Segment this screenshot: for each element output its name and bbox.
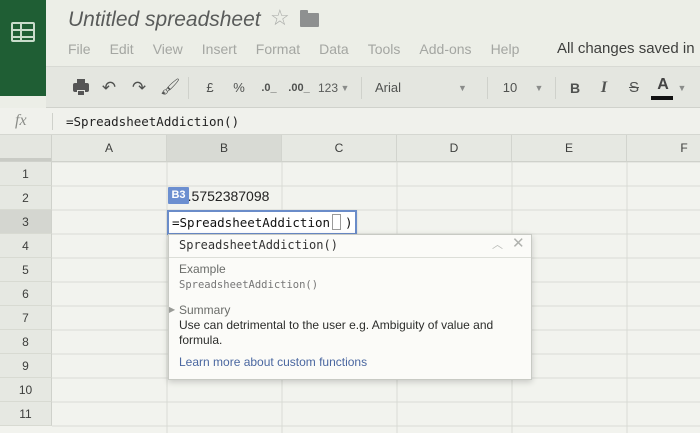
row-header-6[interactable]: 6 <box>0 282 52 306</box>
function-help-popup: SpreadsheetAddiction() ︿ ✕ Example Sprea… <box>168 234 532 380</box>
font-family-select[interactable]: Arial <box>375 67 469 109</box>
row-header-4[interactable]: 4 <box>0 234 52 258</box>
chevron-down-icon[interactable]: ▼ <box>677 67 687 109</box>
text-color-button[interactable]: A <box>653 75 673 95</box>
row-header-11[interactable]: 11 <box>0 402 52 426</box>
toolbar-divider <box>487 77 488 99</box>
sheets-logo[interactable] <box>0 0 46 96</box>
spreadsheet-grid-icon <box>11 22 35 42</box>
menu-file[interactable]: File <box>68 41 91 59</box>
toolbar-divider <box>361 77 362 99</box>
row-header-2[interactable]: 2 <box>0 186 52 210</box>
triangle-right-icon[interactable]: ▶ <box>169 305 175 314</box>
close-icon[interactable]: ✕ <box>512 234 525 252</box>
currency-button[interactable]: £ <box>202 67 218 109</box>
row-header-1[interactable]: 1 <box>0 162 52 186</box>
save-status[interactable]: All changes saved in ... <box>557 40 700 57</box>
chevron-down-icon[interactable]: ▼ <box>340 67 350 109</box>
column-header-f[interactable]: F <box>627 135 700 162</box>
learn-more-link[interactable]: Learn more about custom functions <box>179 355 367 369</box>
paint-format-icon[interactable]: 🖌 <box>160 67 180 109</box>
menu-insert[interactable]: Insert <box>202 41 237 59</box>
argument-placeholder <box>332 214 341 230</box>
print-icon[interactable] <box>72 67 90 109</box>
undo-icon[interactable]: ↶ <box>100 67 118 109</box>
menu-tools[interactable]: Tools <box>368 41 401 59</box>
increase-decimals-button[interactable]: .00_ <box>286 67 312 109</box>
column-header-c[interactable]: C <box>282 135 397 162</box>
menu-bar: File Edit View Insert Format Data Tools … <box>68 41 538 59</box>
help-example-code: SpreadsheetAddiction() <box>179 279 319 291</box>
number-format-button[interactable]: 123 <box>316 67 340 109</box>
row-header-3[interactable]: 3 <box>0 210 52 234</box>
cell-b2-value[interactable]: ).5752387098 <box>183 188 269 204</box>
chevron-up-icon[interactable]: ︿ <box>492 236 503 252</box>
formula-bar: fx =SpreadsheetAddiction() <box>0 108 700 135</box>
formula-divider <box>52 113 53 130</box>
column-header-a[interactable]: A <box>52 135 167 162</box>
document-title[interactable]: Untitled spreadsheet <box>68 8 261 32</box>
help-summary-text: Use can detrimental to the user e.g. Amb… <box>179 318 494 347</box>
cell-b3-editor[interactable]: =SpreadsheetAddiction( ) <box>167 210 357 235</box>
row-header-10[interactable]: 10 <box>0 378 52 402</box>
help-divider <box>169 257 531 258</box>
menu-edit[interactable]: Edit <box>110 41 134 59</box>
help-function-title: SpreadsheetAddiction() <box>179 238 338 252</box>
decrease-decimals-button[interactable]: .0_ <box>258 67 280 109</box>
row-header-7[interactable]: 7 <box>0 306 52 330</box>
row-header-8[interactable]: 8 <box>0 330 52 354</box>
column-header-d[interactable]: D <box>397 135 512 162</box>
toolbar-divider <box>555 77 556 99</box>
cell-editor-close-paren: ) <box>345 215 353 230</box>
folder-icon[interactable] <box>300 10 319 27</box>
star-icon[interactable]: ☆ <box>270 7 290 29</box>
menu-help[interactable]: Help <box>491 41 520 59</box>
strikethrough-button[interactable]: S <box>626 67 642 109</box>
fx-icon: fx <box>15 112 27 129</box>
chevron-down-icon[interactable]: ▼ <box>458 67 467 109</box>
toolbar-divider <box>188 77 189 99</box>
menu-view[interactable]: View <box>153 41 183 59</box>
bold-button[interactable]: B <box>567 67 583 109</box>
help-example-label: Example <box>179 262 226 276</box>
column-header-e[interactable]: E <box>512 135 627 162</box>
font-size-select[interactable]: 10 <box>500 67 520 109</box>
chevron-down-icon[interactable]: ▼ <box>534 67 544 109</box>
percent-button[interactable]: % <box>230 67 248 109</box>
toolbar: ↶ ↷ 🖌 £ % .0_ .00_ 123 ▼ Arial ▼ 10 ▼ B … <box>46 66 700 108</box>
menu-data[interactable]: Data <box>319 41 349 59</box>
formula-input[interactable]: =SpreadsheetAddiction() <box>66 114 239 129</box>
text-color-swatch <box>651 96 673 100</box>
cell-reference-chip: B3 <box>168 187 189 204</box>
help-summary-label[interactable]: Summary <box>179 303 230 317</box>
menu-format[interactable]: Format <box>256 41 300 59</box>
italic-button[interactable]: I <box>596 67 612 109</box>
row-header-5[interactable]: 5 <box>0 258 52 282</box>
redo-icon[interactable]: ↷ <box>130 67 148 109</box>
select-all-corner[interactable] <box>0 135 52 162</box>
column-header-b[interactable]: B <box>167 135 282 162</box>
cell-editor-text[interactable]: =SpreadsheetAddiction( <box>172 215 338 230</box>
row-header-9[interactable]: 9 <box>0 354 52 378</box>
menu-add-ons[interactable]: Add-ons <box>419 41 471 59</box>
